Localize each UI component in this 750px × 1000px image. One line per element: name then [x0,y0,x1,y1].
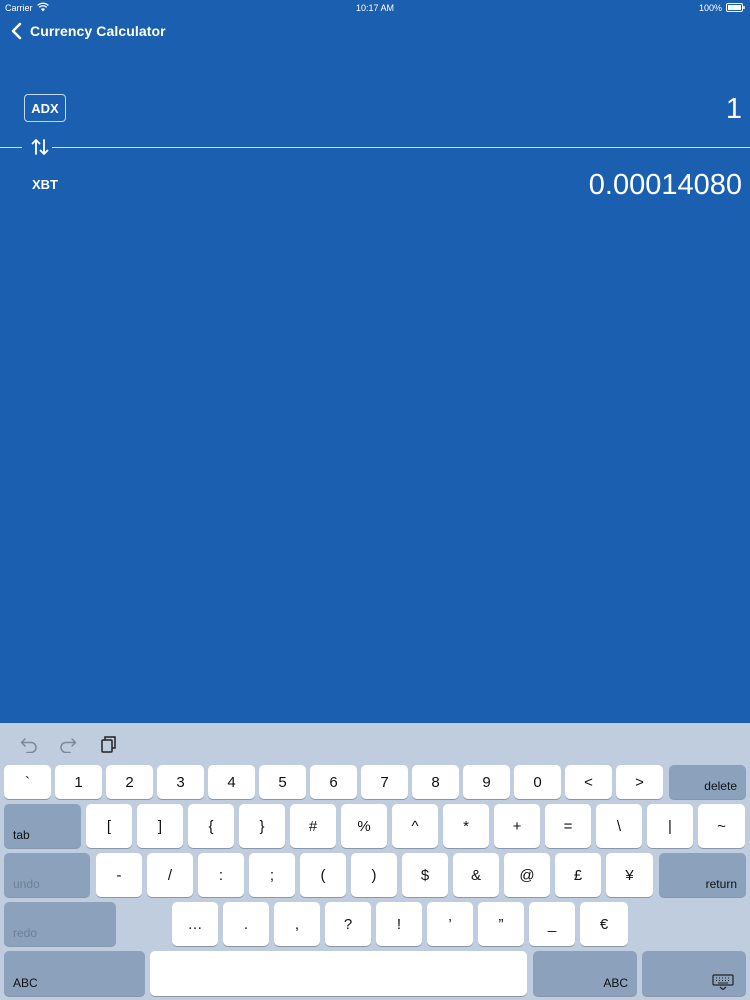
key[interactable]: 7 [361,765,408,799]
key[interactable]: 6 [310,765,357,799]
status-bar: Carrier 10:17 AM 100% [0,0,750,16]
key[interactable]: * [443,804,489,848]
key[interactable]: £ [555,853,601,897]
key[interactable]: / [147,853,193,897]
clock: 10:17 AM [355,3,395,13]
key[interactable]: 0 [514,765,561,799]
abc-key-right[interactable]: ABC [533,951,637,996]
key[interactable]: 3 [157,765,204,799]
key[interactable]: & [453,853,499,897]
key[interactable]: € [580,902,628,946]
key[interactable]: , [274,902,320,946]
space-bar[interactable] [150,951,527,996]
key[interactable]: … [172,902,218,946]
chevron-left-icon [11,22,22,40]
back-button-label: Currency Calculator [30,23,166,39]
swap-arrows-icon[interactable] [31,137,49,157]
keyboard-shortcut-bar [0,723,750,763]
to-currency-label[interactable]: XBT [32,177,58,192]
key[interactable]: = [545,804,591,848]
navigation-bar: Currency Calculator [0,16,750,44]
key[interactable]: + [494,804,540,848]
key[interactable]: ) [351,853,397,897]
key[interactable]: 2 [106,765,153,799]
key[interactable]: ” [478,902,524,946]
key[interactable]: ] [137,804,183,848]
from-currency-button[interactable]: ADX [24,94,66,122]
back-button[interactable]: Currency Calculator [10,20,166,42]
key[interactable]: [ [86,804,132,848]
undo-icon[interactable] [19,735,39,753]
key[interactable]: ! [376,902,422,946]
battery-icon [726,3,745,12]
key[interactable]: | [647,804,693,848]
key[interactable]: ’ [427,902,473,946]
key[interactable]: : [198,853,244,897]
key[interactable]: ? [325,902,371,946]
key[interactable]: < [565,765,612,799]
divider [52,147,750,148]
key[interactable]: # [290,804,336,848]
undo-key[interactable]: undo [4,853,90,897]
key[interactable]: ; [249,853,295,897]
key[interactable]: { [188,804,234,848]
return-key[interactable]: return [659,853,746,897]
key[interactable]: @ [504,853,550,897]
key[interactable]: % [341,804,387,848]
key[interactable]: ` [4,765,51,799]
key[interactable]: - [96,853,142,897]
key[interactable]: \ [596,804,642,848]
dismiss-keyboard-key[interactable] [642,951,746,996]
key[interactable]: . [223,902,269,946]
paste-icon[interactable] [99,735,119,753]
key[interactable]: 9 [463,765,510,799]
key[interactable]: ^ [392,804,438,848]
key[interactable]: ¥ [606,853,653,897]
from-amount[interactable]: 1 [726,93,742,126]
battery-percentage: 100% [698,3,722,13]
key[interactable]: 5 [259,765,306,799]
keyboard-hide-icon [712,974,734,990]
converted-amount: 0.00014080 [588,169,742,201]
keyboard: ` 1 2 3 4 5 6 7 8 9 0 < > delete tab [ ]… [0,723,750,1000]
key[interactable]: 8 [412,765,459,799]
key[interactable]: $ [402,853,448,897]
key[interactable]: _ [529,902,575,946]
redo-key[interactable]: redo [4,902,116,946]
abc-key-left[interactable]: ABC [4,951,145,996]
key[interactable]: ~ [698,804,745,848]
tab-key[interactable]: tab [4,804,81,848]
key[interactable]: > [616,765,663,799]
key[interactable]: } [239,804,285,848]
key[interactable]: 1 [55,765,102,799]
key[interactable]: 4 [208,765,255,799]
redo-icon[interactable] [58,735,78,753]
divider [0,147,22,148]
key[interactable]: ( [300,853,346,897]
delete-key[interactable]: delete [669,765,746,799]
